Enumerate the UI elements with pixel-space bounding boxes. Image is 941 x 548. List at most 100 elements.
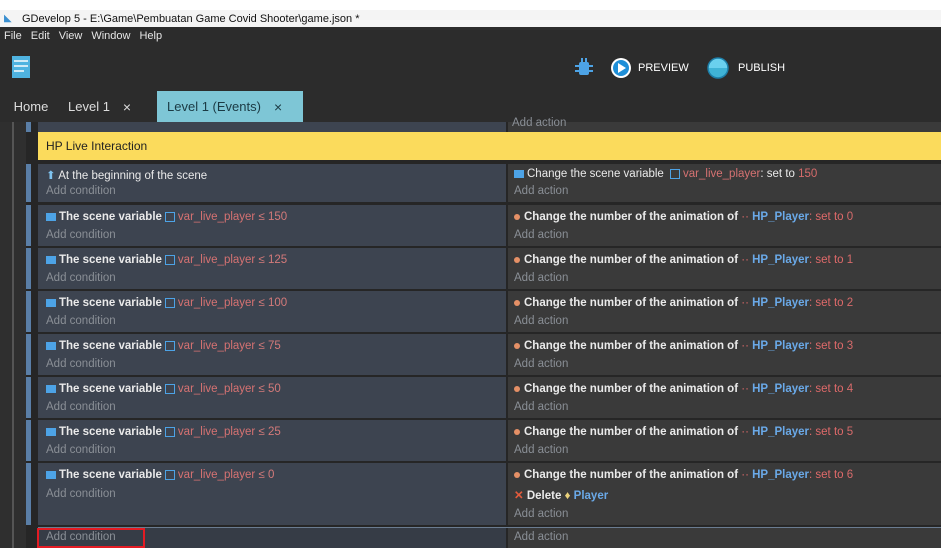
- project-manager-icon[interactable]: [12, 56, 30, 78]
- variable-icon: [670, 168, 681, 179]
- menu-help[interactable]: Help: [139, 30, 162, 42]
- variable-icon: [164, 340, 175, 351]
- menu-file[interactable]: File: [4, 30, 22, 42]
- delete-icon: ✕: [514, 490, 524, 502]
- event-row-new[interactable]: Add condition Add action: [38, 528, 941, 548]
- action-item[interactable]: Change the number of the animation of ··…: [514, 254, 853, 266]
- event-drag-handle[interactable]: [26, 334, 31, 375]
- add-action-link[interactable]: Add action: [514, 315, 568, 327]
- preview-button[interactable]: PREVIEW: [610, 57, 689, 79]
- publish-globe-icon: [707, 57, 729, 79]
- event-row[interactable]: The scene variable var_live_player ≤ 125 …: [26, 248, 941, 289]
- add-action-link[interactable]: Add action: [514, 358, 568, 370]
- add-condition-link[interactable]: Add condition: [46, 401, 116, 413]
- condition-item[interactable]: The scene variable var_live_player ≤ 25: [46, 426, 281, 438]
- event-row[interactable]: The scene variable var_live_player ≤ 150 …: [26, 205, 941, 246]
- variable-icon: [164, 383, 175, 394]
- tab-level-1-label: Level 1: [68, 99, 110, 114]
- close-icon[interactable]: ×: [123, 99, 131, 115]
- action-item[interactable]: Change the scene variable var_live_playe…: [514, 168, 817, 180]
- highlight-box: [37, 528, 145, 548]
- animation-icon: [514, 428, 520, 435]
- condition-item[interactable]: The scene variable var_live_player ≤ 100: [46, 297, 287, 309]
- add-action-link[interactable]: Add action: [514, 229, 568, 241]
- condition-item[interactable]: The scene variable var_live_player ≤ 0: [46, 469, 274, 481]
- condition-item[interactable]: The scene variable var_live_player ≤ 50: [46, 383, 281, 395]
- animation-icon: [514, 342, 520, 349]
- add-condition-link[interactable]: Add condition: [46, 229, 116, 241]
- preview-label: PREVIEW: [638, 62, 689, 74]
- event-drag-handle[interactable]: [26, 463, 31, 525]
- add-action-link[interactable]: Add action: [514, 185, 568, 197]
- action-item[interactable]: Change the number of the animation of ··…: [514, 297, 853, 309]
- event-drag-handle[interactable]: [26, 291, 31, 332]
- condition-item[interactable]: ⬆ At the beginning of the scene: [46, 168, 207, 182]
- animation-icon: [514, 385, 520, 392]
- publish-label: PUBLISH: [738, 62, 786, 74]
- event-row[interactable]: ⬆ At the beginning of the scene Add cond…: [26, 164, 941, 202]
- condition-item[interactable]: The scene variable var_live_player ≤ 75: [46, 340, 281, 352]
- event-drag-handle[interactable]: [26, 377, 31, 418]
- event-row[interactable]: The scene variable var_live_player ≤ 25 A…: [26, 420, 941, 461]
- variable-icon: [164, 297, 175, 308]
- animation-icon: [514, 256, 520, 263]
- tab-level-1[interactable]: Level 1 ×: [68, 91, 154, 122]
- condition-item[interactable]: The scene variable var_live_player ≤ 150: [46, 211, 287, 223]
- event-drag-handle[interactable]: [26, 205, 31, 246]
- debugger-icon[interactable]: [575, 58, 593, 78]
- close-icon[interactable]: ×: [274, 99, 282, 115]
- action-item[interactable]: Change the number of the animation of ··…: [514, 469, 853, 481]
- window-title: GDevelop 5 - E:\Game\Pembuatan Game Covi…: [22, 12, 360, 25]
- divider: [38, 527, 941, 528]
- add-action-link[interactable]: Add action: [514, 272, 568, 284]
- scene-start-icon: ⬆: [46, 170, 56, 182]
- variable-icon: [164, 426, 175, 437]
- scene-variable-icon: [514, 169, 524, 178]
- event-row[interactable]: The scene variable var_live_player ≤ 50 A…: [26, 377, 941, 418]
- comment-text: HP Live Interaction: [46, 139, 148, 153]
- action-item-delete[interactable]: ✕ Delete ♦ Player: [514, 488, 608, 502]
- scene-variable-icon: [46, 470, 56, 479]
- tab-level-1-events[interactable]: Level 1 (Events) ×: [157, 91, 303, 122]
- variable-icon: [164, 254, 175, 265]
- add-condition-link[interactable]: Add condition: [46, 358, 116, 370]
- condition-item[interactable]: The scene variable var_live_player ≤ 125: [46, 254, 287, 266]
- tab-home-label: Home: [13, 99, 49, 114]
- menu-window[interactable]: Window: [91, 30, 130, 42]
- event-drag-handle[interactable]: [26, 420, 31, 461]
- add-action-link[interactable]: Add action: [514, 401, 568, 413]
- action-item[interactable]: Change the number of the animation of ··…: [514, 426, 853, 438]
- add-condition-link[interactable]: Add condition: [46, 185, 116, 197]
- variable-icon: [164, 211, 175, 222]
- play-icon: [611, 58, 631, 78]
- add-action-link[interactable]: Add action: [514, 444, 568, 456]
- gdevelop-logo-icon: ◣: [4, 13, 12, 24]
- scene-variable-icon: [46, 255, 56, 264]
- action-item[interactable]: Change the number of the animation of ··…: [514, 211, 853, 223]
- title-bar: ◣ GDevelop 5 - E:\Game\Pembuatan Game Co…: [0, 10, 941, 27]
- event-row[interactable]: The scene variable var_live_player ≤ 0 Ad…: [26, 463, 941, 525]
- add-condition-link[interactable]: Add condition: [46, 315, 116, 327]
- add-action-link[interactable]: Add action: [514, 508, 568, 520]
- action-item[interactable]: Change the number of the animation of ··…: [514, 340, 853, 352]
- scene-variable-icon: [46, 212, 56, 221]
- event-row[interactable]: The scene variable var_live_player ≤ 75 A…: [26, 334, 941, 375]
- variable-icon: [164, 469, 175, 480]
- event-drag-handle[interactable]: [26, 164, 31, 202]
- action-item[interactable]: Change the number of the animation of ··…: [514, 383, 853, 395]
- add-action-link[interactable]: Add action: [514, 531, 568, 543]
- publish-button[interactable]: PUBLISH: [706, 57, 785, 79]
- scene-variable-icon: [46, 427, 56, 436]
- add-condition-link[interactable]: Add condition: [46, 488, 116, 500]
- tab-events-label: Level 1 (Events): [167, 99, 261, 114]
- toolbar: [0, 44, 941, 91]
- event-row[interactable]: The scene variable var_live_player ≤ 100 …: [26, 291, 941, 332]
- add-condition-link[interactable]: Add condition: [46, 272, 116, 284]
- menu-edit[interactable]: Edit: [31, 30, 50, 42]
- add-condition-link[interactable]: Add condition: [46, 444, 116, 456]
- menu-view[interactable]: View: [59, 30, 83, 42]
- tab-home[interactable]: Home: [0, 91, 62, 122]
- event-drag-handle[interactable]: [26, 248, 31, 289]
- comment-event[interactable]: HP Live Interaction: [38, 132, 941, 160]
- add-action-link[interactable]: Add action: [512, 117, 566, 129]
